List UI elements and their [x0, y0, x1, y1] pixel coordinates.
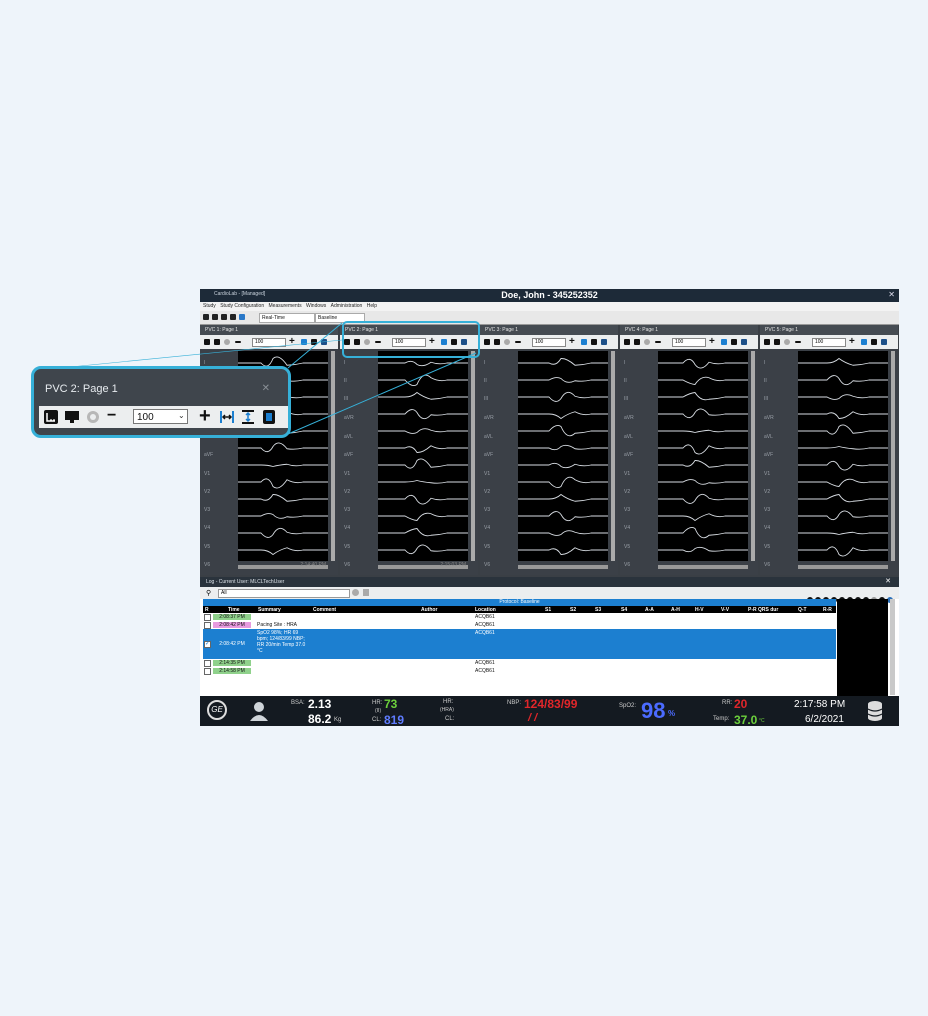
chevron-down-icon: ⌄	[178, 411, 185, 420]
page-layout-icon[interactable]	[262, 410, 276, 424]
callout-toolbar: − 100 ⌄ +	[39, 405, 288, 428]
fit-height-icon[interactable]	[241, 410, 255, 424]
zoom-callout: PVC 2: Page 1 ✕ − 100 ⌄ +	[31, 366, 291, 438]
zoom-in-icon[interactable]: +	[199, 405, 211, 428]
zoom-out-icon[interactable]: −	[107, 407, 116, 425]
callout-connector	[59, 322, 477, 435]
waveform-view-icon[interactable]	[44, 410, 58, 424]
fit-width-icon[interactable]	[220, 410, 234, 424]
callout-close-icon[interactable]: ✕	[262, 383, 270, 394]
monitor-icon[interactable]	[65, 410, 79, 424]
sync-icon[interactable]	[86, 410, 100, 424]
callout-title: PVC 2: Page 1	[45, 383, 118, 395]
